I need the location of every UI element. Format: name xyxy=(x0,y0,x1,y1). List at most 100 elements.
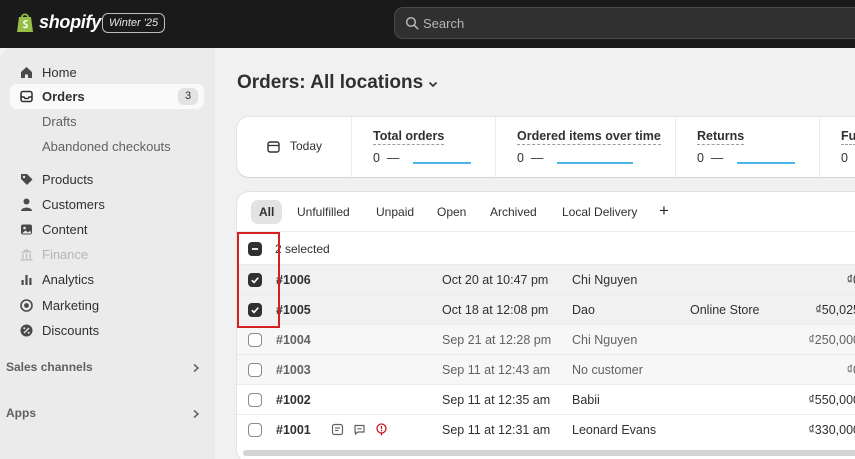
alert-pin-icon[interactable] xyxy=(375,423,388,436)
inbox-icon xyxy=(20,90,33,103)
tab-unpaid[interactable]: Unpaid xyxy=(368,200,422,224)
sidebar-item-label: Discounts xyxy=(42,323,100,338)
metric-label: Total orders xyxy=(373,129,445,145)
chevron-down-icon[interactable] xyxy=(427,78,439,90)
apps-heading[interactable]: Apps xyxy=(6,406,36,420)
order-date: Sep 11 at 12:35 am xyxy=(442,393,551,407)
sparkline xyxy=(413,162,471,164)
tab-all[interactable]: All xyxy=(251,200,283,224)
date-range-label: Today xyxy=(290,139,323,153)
sparkline xyxy=(737,162,795,164)
tab-archived[interactable]: Archived xyxy=(482,200,545,224)
tab-open[interactable]: Open xyxy=(429,200,474,224)
discount-icon xyxy=(20,324,33,337)
top-bar: shopify Winter '25 xyxy=(0,0,855,48)
tab-unfulfilled[interactable]: Unfulfilled xyxy=(289,200,358,224)
order-date: Sep 11 at 12:43 am xyxy=(442,363,551,377)
table-row[interactable]: #1006 Oct 20 at 10:47 pm Chi Nguyen ₫0 xyxy=(237,265,855,295)
page-title[interactable]: Orders: All locations xyxy=(237,72,423,94)
order-date: Oct 20 at 10:47 pm xyxy=(442,273,549,287)
order-customer: Leonard Evans xyxy=(572,423,657,437)
sidebar-item-label: Drafts xyxy=(42,114,77,129)
sidebar-item-home[interactable]: Home xyxy=(10,60,204,85)
sidebar-item-products[interactable]: Products xyxy=(10,167,204,192)
orders-count-badge: 3 xyxy=(178,88,198,105)
order-id[interactable]: #1004 xyxy=(276,333,311,347)
sidebar-item-label: Marketing xyxy=(42,298,100,313)
chevron-right-icon[interactable] xyxy=(191,409,201,419)
metric-ordered-items[interactable]: Ordered items over time 0 — xyxy=(496,117,676,177)
note-icon[interactable] xyxy=(331,423,344,436)
table-row[interactable]: #1004 Sep 21 at 12:28 pm Chi Nguyen ₫250… xyxy=(237,325,855,355)
sparkline xyxy=(557,162,633,164)
orders-table: All Unfulfilled Unpaid Open Archived Loc… xyxy=(237,192,855,459)
location-selector[interactable]: All locations xyxy=(310,72,423,93)
search-bar[interactable] xyxy=(394,7,855,39)
metric-fulfilled[interactable]: Fu 0 xyxy=(820,117,855,177)
sidebar-item-content[interactable]: Content xyxy=(10,217,204,242)
sidebar-item-marketing[interactable]: Marketing xyxy=(10,293,204,318)
metric-value: 0 — xyxy=(373,151,400,165)
calendar-icon xyxy=(267,141,280,153)
sidebar-item-abandoned-checkouts[interactable]: Abandoned checkouts xyxy=(10,134,204,159)
date-range-button[interactable]: Today xyxy=(237,117,352,177)
target-icon xyxy=(20,299,33,312)
sidebar-item-label: Finance xyxy=(42,247,89,262)
sales-channels-heading[interactable]: Sales channels xyxy=(6,360,93,374)
order-customer: Chi Nguyen xyxy=(572,273,638,287)
order-customer: Babii xyxy=(572,393,600,407)
metric-total-orders[interactable]: Total orders 0 — xyxy=(352,117,496,177)
order-total: ₫0 xyxy=(846,363,855,377)
sidebar-item-drafts[interactable]: Drafts xyxy=(10,109,204,134)
shopify-bag-icon[interactable] xyxy=(16,12,34,33)
highlight-box xyxy=(237,232,280,328)
chevron-right-icon[interactable] xyxy=(191,363,201,373)
horizontal-scrollbar[interactable] xyxy=(243,450,855,456)
sidebar-item-orders[interactable]: Orders 3 xyxy=(10,84,204,109)
selection-count: 2 selected xyxy=(275,242,330,256)
search-icon xyxy=(405,16,419,30)
sidebar-item-finance: Finance xyxy=(10,242,204,267)
table-row[interactable]: #1005 Oct 18 at 12:08 pm Dao Online Stor… xyxy=(237,295,855,325)
order-total: ₫0 xyxy=(846,273,855,287)
sidebar-item-discounts[interactable]: Discounts xyxy=(10,318,204,343)
search-input[interactable] xyxy=(423,14,843,32)
tag-icon xyxy=(21,174,33,185)
order-id[interactable]: #1006 xyxy=(276,273,311,287)
table-row[interactable]: #1003 Sep 11 at 12:43 am No customer ₫0 xyxy=(237,355,855,385)
order-id[interactable]: #1003 xyxy=(276,363,311,377)
order-id[interactable]: #1005 xyxy=(276,303,311,317)
table-row[interactable]: #1002 Sep 11 at 12:35 am Babii ₫550,000 xyxy=(237,385,855,415)
bar-chart-icon xyxy=(21,275,32,285)
add-view-button[interactable]: + xyxy=(656,202,672,219)
edition-badge[interactable]: Winter '25 xyxy=(102,13,166,33)
tab-local-delivery[interactable]: Local Delivery xyxy=(554,200,645,224)
row-checkbox[interactable] xyxy=(248,423,262,437)
order-customer: No customer xyxy=(572,363,643,377)
metric-value: 0 xyxy=(841,151,848,165)
row-checkbox[interactable] xyxy=(248,333,262,347)
order-date: Oct 18 at 12:08 pm xyxy=(442,303,549,317)
row-checkbox[interactable] xyxy=(248,363,262,377)
sidebar-item-customers[interactable]: Customers xyxy=(10,192,204,217)
bulk-selection-bar: 2 selected xyxy=(237,232,855,265)
order-total: ₫50,025 xyxy=(815,303,855,317)
brand-logo-text[interactable]: shopify xyxy=(39,12,101,33)
row-checkbox[interactable] xyxy=(248,393,262,407)
sidebar-item-analytics[interactable]: Analytics xyxy=(10,267,204,292)
chat-icon[interactable] xyxy=(353,423,366,436)
sidebar-item-label: Content xyxy=(42,222,88,237)
sidebar-item-label: Orders xyxy=(42,89,85,104)
metric-returns[interactable]: Returns 0 — xyxy=(676,117,820,177)
metric-label: Returns xyxy=(697,129,745,145)
metric-value: 0 — xyxy=(517,151,544,165)
view-tabs: All Unfulfilled Unpaid Open Archived Loc… xyxy=(237,192,855,232)
order-customer: Chi Nguyen xyxy=(572,333,638,347)
person-icon xyxy=(21,198,32,211)
table-row[interactable]: #1001 Sep 11 at 12:31 am Leonard Evans ₫… xyxy=(237,415,855,445)
order-id[interactable]: #1002 xyxy=(276,393,311,407)
metric-value: 0 — xyxy=(697,151,724,165)
order-id[interactable]: #1001 xyxy=(276,423,311,437)
page-title-prefix: Orders: xyxy=(237,72,306,93)
sidebar: Home Orders 3 Drafts Abandoned checkouts… xyxy=(0,48,215,459)
